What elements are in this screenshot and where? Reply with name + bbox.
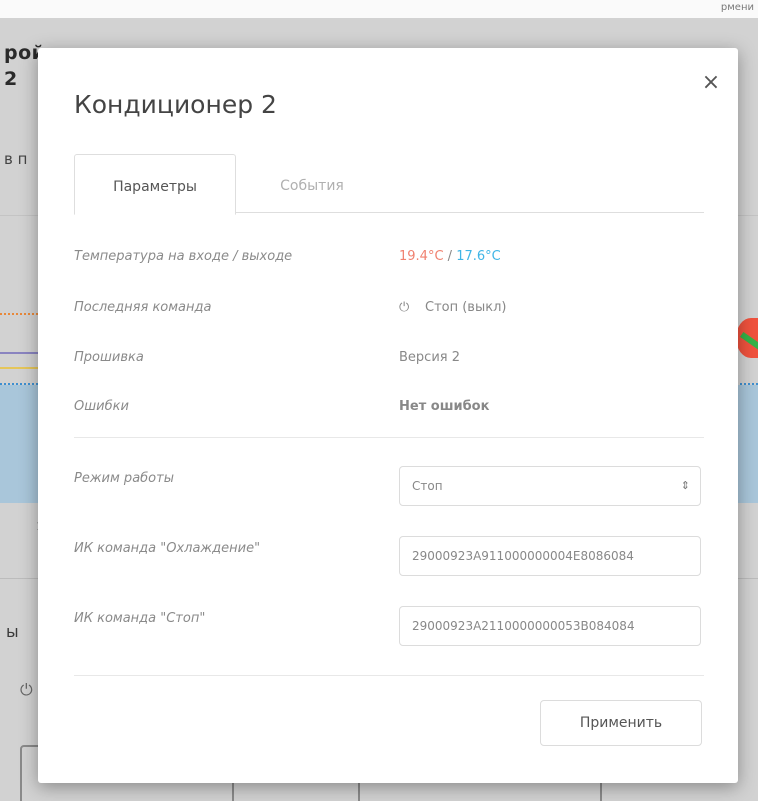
tab-events[interactable]: События	[252, 154, 372, 212]
temperature-value: 19.4°C / 17.6°C	[399, 249, 501, 264]
errors-label: Ошибки	[74, 399, 129, 414]
background-corner-text: рмени	[720, 2, 754, 13]
last-command-value-wrap: ⏻ Стоп (выкл)	[399, 300, 506, 315]
last-command-label: Последняя команда	[74, 300, 212, 315]
ir-stop-label: ИК команда "Стоп"	[74, 611, 206, 626]
info-row-temperature: Температура на входе / выходе 19.4°C / 1…	[74, 249, 704, 273]
power-icon: ⏻	[399, 300, 410, 315]
info-row-errors: Ошибки Нет ошибок	[74, 399, 704, 423]
background-section-text: ы	[6, 622, 19, 641]
modal-tabs: Параметры События	[74, 154, 704, 215]
background-power-icon: ⏻	[20, 680, 33, 699]
firmware-value: Версия 2	[399, 350, 460, 365]
close-icon[interactable]: ×	[698, 70, 724, 96]
temperature-label: Температура на входе / выходе	[74, 249, 293, 264]
mode-label: Режим работы	[74, 471, 174, 486]
temperature-separator: /	[443, 249, 457, 264]
mode-select-value: Стоп	[412, 479, 443, 493]
device-modal: × Кондиционер 2 Параметры События Темпер…	[38, 48, 738, 783]
apply-button[interactable]: Применить	[540, 700, 702, 746]
modal-title: Кондиционер 2	[74, 90, 277, 119]
temperature-in: 19.4°C	[399, 249, 444, 264]
ir-cool-input[interactable]: 29000923A911000000004E8086084	[399, 536, 701, 576]
form-divider	[74, 675, 704, 676]
info-row-last-command: Последняя команда ⏻ Стоп (выкл)	[74, 300, 704, 324]
ir-stop-input[interactable]: 29000923A2110000000053B084084	[399, 606, 701, 646]
firmware-label: Прошивка	[74, 350, 144, 365]
mode-select[interactable]: Стоп ⇕	[399, 466, 701, 506]
last-command-value: Стоп (выкл)	[425, 300, 507, 315]
ir-cool-label: ИК команда "Охлаждение"	[74, 541, 261, 556]
background-topbar: рмени	[0, 0, 758, 18]
info-row-firmware: Прошивка Версия 2	[74, 350, 704, 374]
errors-value: Нет ошибок	[399, 399, 490, 414]
chevron-updown-icon: ⇕	[680, 479, 690, 492]
tab-parameters[interactable]: Параметры	[74, 154, 236, 215]
temperature-out: 17.6°C	[456, 249, 501, 264]
info-divider	[74, 437, 704, 438]
